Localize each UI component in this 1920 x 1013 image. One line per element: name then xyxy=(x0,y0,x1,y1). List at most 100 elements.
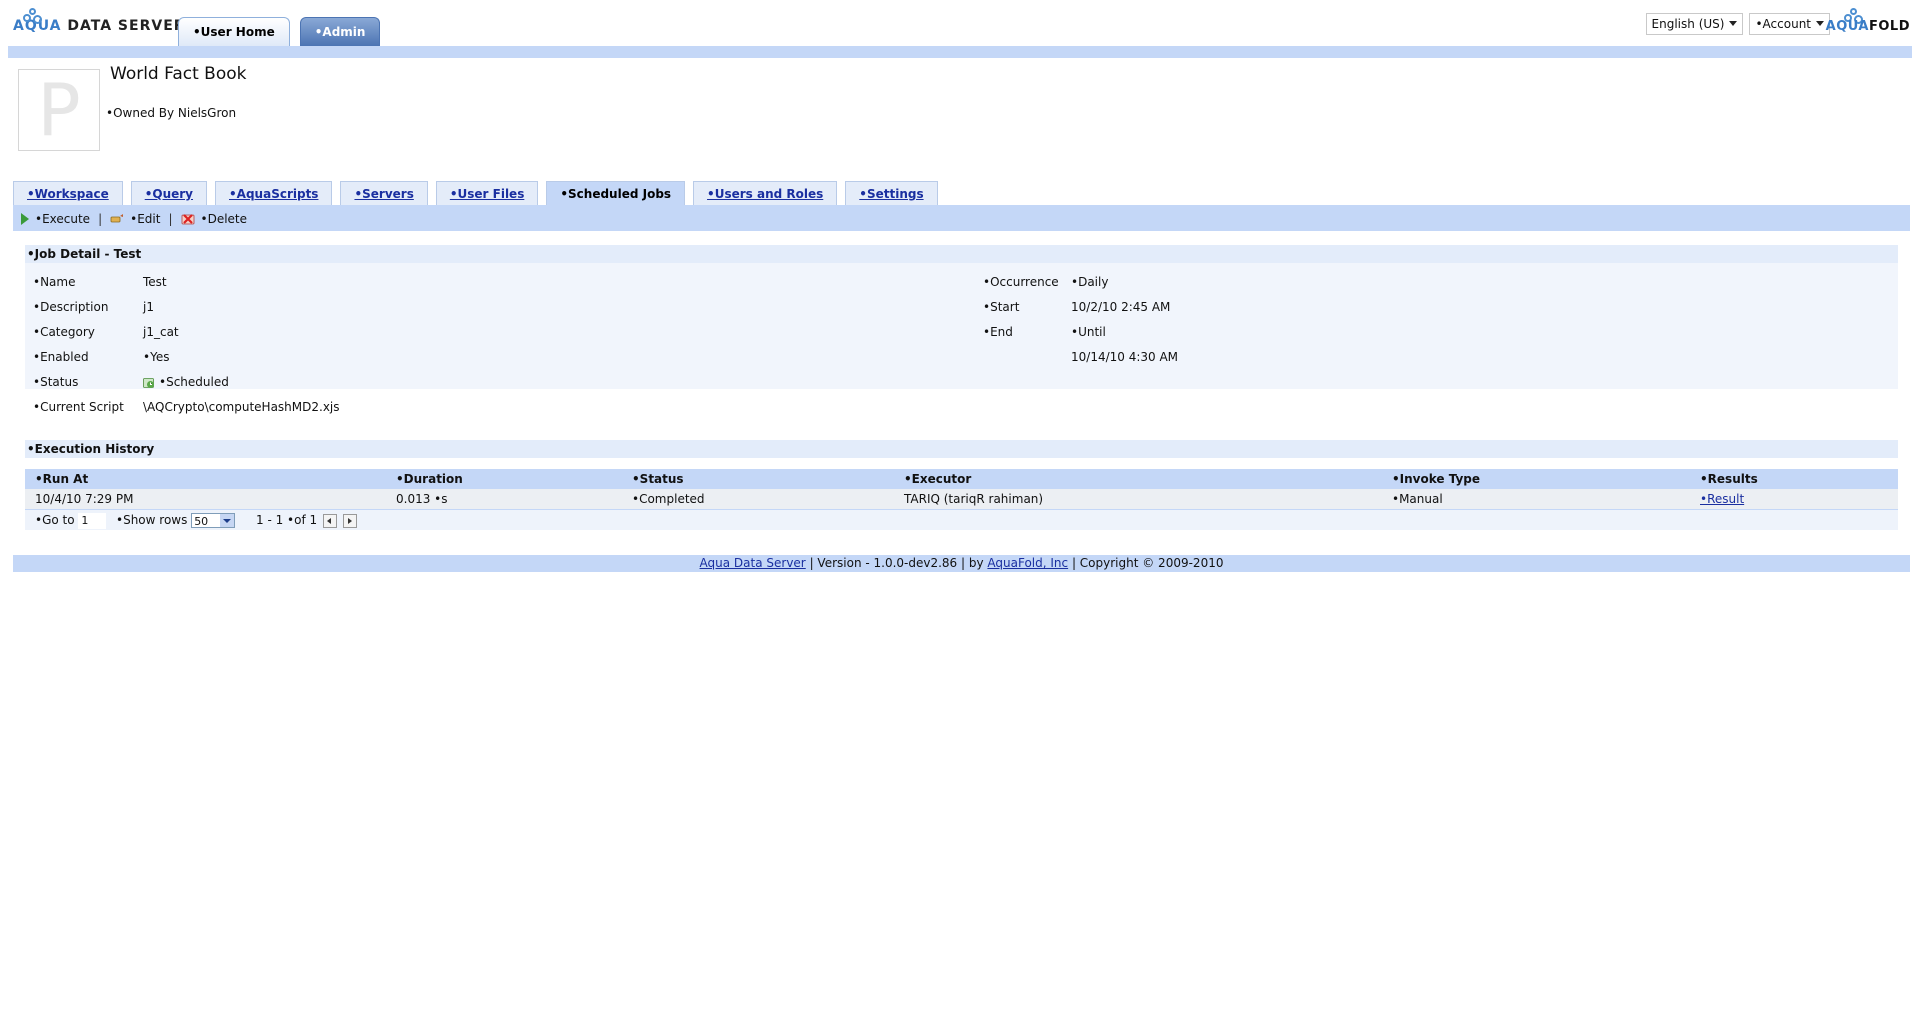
table-row[interactable]: 10/4/10 7:29 PM 0.013 •s •Completed TARI… xyxy=(25,489,1898,509)
show-rows-value: 50 xyxy=(194,515,209,528)
column-header[interactable]: •Executor xyxy=(904,469,971,489)
tab-query[interactable]: •Query xyxy=(130,181,207,206)
toolbar-separator: | xyxy=(98,212,103,226)
toolbar-separator: | xyxy=(168,212,173,226)
execution-history-table: •Run At •Duration •Status •Executor •Inv… xyxy=(25,469,1898,530)
delete-button[interactable]: •Delete xyxy=(181,212,248,226)
result-link[interactable]: •Result xyxy=(1700,489,1744,509)
job-detail-body: •Name Test •Description j1 •Category j1_… xyxy=(25,263,1898,414)
field-label: •Start xyxy=(983,300,1020,314)
tab-settings-link[interactable]: •Settings xyxy=(859,187,923,201)
show-rows-select[interactable]: 50 xyxy=(191,513,236,528)
tab-user-files-link[interactable]: •User Files xyxy=(450,187,525,201)
field-label: •Status xyxy=(33,375,79,389)
delete-icon xyxy=(181,212,195,226)
header-divider-bar xyxy=(8,46,1912,58)
field-value: j1 xyxy=(143,300,154,314)
edit-button[interactable]: •Edit xyxy=(110,212,160,226)
field-label: •Category xyxy=(33,325,95,339)
field-value: j1_cat xyxy=(143,325,179,339)
execute-button[interactable]: •Execute xyxy=(21,212,90,226)
project-title: World Fact Book xyxy=(110,64,247,84)
bubbles-icon xyxy=(23,6,43,24)
scheduled-clock-icon xyxy=(143,377,155,389)
tab-scheduled-jobs[interactable]: •Scheduled Jobs xyxy=(546,181,686,206)
run-at-cell: 10/4/10 7:29 PM xyxy=(35,492,134,506)
field-value: Test xyxy=(143,275,167,289)
delete-label: •Delete xyxy=(200,212,248,226)
table-header: •Run At •Duration •Status •Executor •Inv… xyxy=(25,469,1898,489)
goto-control: •Go to 1 xyxy=(35,510,107,530)
job-detail-header: •Job Detail - Test xyxy=(25,245,1898,263)
column-header[interactable]: •Results xyxy=(1700,469,1758,489)
next-page-button[interactable] xyxy=(342,513,357,528)
header: AQUA DATA SERVER •User Home •Admin Engli… xyxy=(0,0,1920,46)
field-label: •Description xyxy=(33,300,109,314)
field-label: •Occurrence xyxy=(983,275,1059,289)
aquafold-logo[interactable]: AQUAFOLD xyxy=(1826,6,1910,40)
show-rows-label: •Show rows xyxy=(116,513,188,527)
tab-user-home[interactable]: •User Home xyxy=(178,17,290,46)
field-label: •Current Script xyxy=(33,400,124,414)
chevron-down-icon xyxy=(223,519,232,523)
field-label: •Name xyxy=(33,275,76,289)
execution-history-header: •Execution History xyxy=(25,440,1898,458)
footer-version-text: | Version - 1.0.0-dev2.86 | by xyxy=(805,556,988,570)
project-owner: •Owned By NielsGron xyxy=(106,106,237,120)
status-text: •Scheduled xyxy=(159,375,229,389)
project-tabs: •Workspace •Query •AquaScripts •Servers … xyxy=(13,181,946,206)
tab-users-and-roles[interactable]: •Users and Roles xyxy=(693,181,838,206)
goto-label: •Go to xyxy=(35,513,75,527)
aqua-data-server-link[interactable]: Aqua Data Server xyxy=(700,556,806,570)
right-logo-rest-text: FOLD xyxy=(1868,19,1910,34)
top-tabs: •User Home •Admin xyxy=(178,17,381,46)
field-value: •Until xyxy=(1071,325,1106,339)
account-menu[interactable]: •Account xyxy=(1749,13,1830,35)
paging-text: 1 - 1 •of 1 xyxy=(256,513,318,527)
tab-settings[interactable]: •Settings xyxy=(845,181,938,206)
invoke-type-cell: •Manual xyxy=(1392,492,1443,506)
tab-servers-link[interactable]: •Servers xyxy=(354,187,413,201)
field-label: •Enabled xyxy=(33,350,89,364)
field-value: •Yes xyxy=(143,350,170,364)
paging-control: 1 - 1 •of 1 xyxy=(256,510,357,530)
column-header[interactable]: •Run At xyxy=(35,469,88,489)
play-icon xyxy=(21,213,29,225)
right-logo-aqua-text: AQUA xyxy=(1825,19,1869,34)
page-footer: Aqua Data Server | Version - 1.0.0-dev2.… xyxy=(13,555,1910,572)
tab-user-files[interactable]: •User Files xyxy=(435,181,539,206)
tab-admin[interactable]: •Admin xyxy=(299,17,381,46)
field-value: \AQCrypto\computeHashMD2.xjs xyxy=(143,400,340,414)
project-avatar: P xyxy=(18,68,100,152)
logo-rest-text: DATA SERVER xyxy=(61,18,186,34)
status-cell: •Completed xyxy=(632,492,705,506)
content-area: •Execute | •Edit | •Delete •Job Detail -… xyxy=(13,205,1910,572)
duration-cell: 0.013 •s xyxy=(396,492,448,506)
aqua-data-server-logo[interactable]: AQUA DATA SERVER xyxy=(13,6,186,40)
goto-page-input[interactable]: 1 xyxy=(78,512,107,529)
executor-cell: TARIQ (tariqR rahiman) xyxy=(904,492,1044,506)
show-rows-control: •Show rows 50 xyxy=(116,510,236,530)
tab-aquascripts-link[interactable]: •AquaScripts xyxy=(229,187,318,201)
tab-workspace-link[interactable]: •Workspace xyxy=(27,187,109,201)
aquafold-link[interactable]: AquaFold, Inc xyxy=(987,556,1068,570)
tab-query-link[interactable]: •Query xyxy=(145,187,193,201)
field-value: 10/2/10 2:45 AM xyxy=(1071,300,1171,314)
column-header[interactable]: •Invoke Type xyxy=(1392,469,1480,489)
tab-workspace[interactable]: •Workspace xyxy=(13,181,123,206)
language-select[interactable]: English (US) xyxy=(1645,13,1744,35)
column-header[interactable]: •Duration xyxy=(396,469,463,489)
tab-servers[interactable]: •Servers xyxy=(340,181,428,206)
field-value: •Daily xyxy=(1071,275,1109,289)
field-label: •End xyxy=(983,325,1013,339)
column-header[interactable]: •Status xyxy=(632,469,684,489)
tab-aquascripts[interactable]: •AquaScripts xyxy=(215,181,333,206)
scheduled-job-panel: •Job Detail - Test •Name Test •Descripti… xyxy=(13,231,1910,564)
table-pager: •Go to 1 •Show rows 50 1 - 1 •of 1 xyxy=(25,509,1898,530)
pencil-icon xyxy=(110,213,124,225)
tab-users-and-roles-link[interactable]: •Users and Roles xyxy=(707,187,823,201)
status-value: •Scheduled xyxy=(143,375,229,389)
field-value: 10/14/10 4:30 AM xyxy=(1071,350,1179,364)
job-toolbar: •Execute | •Edit | •Delete xyxy=(21,209,247,229)
previous-page-button[interactable] xyxy=(322,513,337,528)
